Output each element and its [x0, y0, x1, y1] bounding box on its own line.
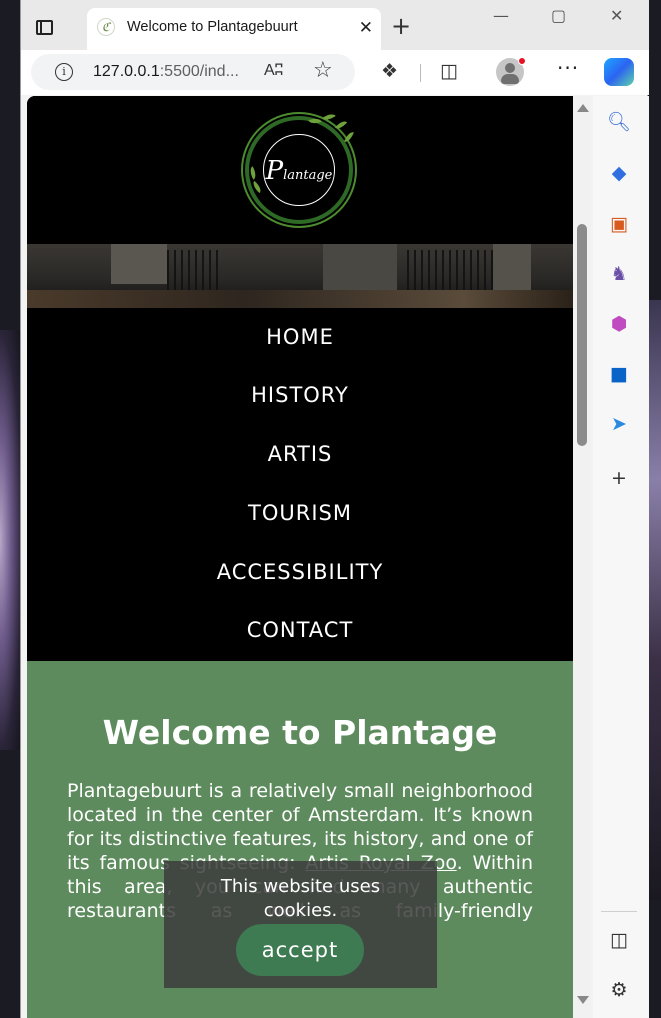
send-icon[interactable]: ➤ [607, 412, 631, 436]
avatar-head [505, 63, 515, 73]
scroll-thumb[interactable] [577, 224, 587, 446]
favorite-star-icon[interactable]: ☆ [313, 58, 333, 83]
leaf-icon [322, 111, 336, 123]
tag-icon[interactable]: ◆ [607, 161, 631, 185]
main-nav: HOME HISTORY ARTIS TOURISM ACCESSIBILITY… [27, 308, 573, 661]
outlook-icon[interactable]: ■ [607, 362, 631, 386]
tab-strip: ℭ Welcome to Plantagebuurt ✕ + — ▢ ✕ [21, 0, 649, 50]
read-aloud-icon[interactable]: Aʭ [264, 62, 283, 80]
accept-cookies-button[interactable]: accept [236, 924, 364, 976]
more-menu-button[interactable]: ··· [557, 56, 579, 80]
nav-home[interactable]: HOME [27, 325, 573, 349]
nav-history[interactable]: HISTORY [27, 383, 573, 407]
site-info-icon[interactable]: i [55, 63, 73, 81]
scroll-down-arrow-icon[interactable] [577, 996, 589, 1004]
tab-active[interactable]: ℭ Welcome to Plantagebuurt ✕ [87, 8, 381, 50]
copilot-icon[interactable] [604, 58, 634, 86]
toolbar-separator [420, 64, 421, 82]
tab-actions-button[interactable] [31, 14, 57, 40]
leaf-icon [334, 118, 348, 132]
avatar-body [501, 74, 519, 84]
edge-sidebar: 🔍︎ ◆ ▣ ♞ ⬢ ■ ➤ + ◫ ⚙ [593, 96, 649, 1018]
chess-icon[interactable]: ♞ [607, 262, 631, 286]
header-photo [27, 244, 573, 308]
cookie-banner: This website uses cookies. accept [164, 861, 437, 988]
sidebar-divider [601, 911, 637, 912]
logo-wordmark: Plantage [239, 156, 359, 186]
leaf-icon [344, 130, 354, 144]
maximize-button[interactable]: ▢ [551, 6, 566, 25]
tab-title: Welcome to Plantagebuurt [127, 19, 298, 35]
nav-contact[interactable]: CONTACT [27, 618, 573, 642]
panel-icon[interactable]: ◫ [607, 928, 631, 952]
welcome-title: Welcome to Plantage [102, 713, 498, 752]
nav-accessibility[interactable]: ACCESSIBILITY [27, 560, 573, 584]
page-viewport: Plantage HOME HISTORY ARTIS TOURISM ACCE… [27, 96, 573, 1018]
browser-window: ℭ Welcome to Plantagebuurt ✕ + — ▢ ✕ i 1… [20, 0, 649, 1018]
nav-tourism[interactable]: TOURISM [27, 501, 573, 525]
logo-initial: P [265, 156, 284, 186]
tab-actions-icon-bar [36, 20, 42, 35]
browser-toolbar: i 127.0.0.1:5500/ind... Aʭ ☆ ❖ ◫ ··· [21, 50, 649, 95]
minimize-button[interactable]: — [493, 6, 509, 25]
add-icon[interactable]: + [607, 466, 631, 490]
site-favicon-icon: ℭ [97, 18, 115, 36]
notification-dot [518, 57, 526, 65]
url-path: :5500/ind... [159, 63, 239, 80]
cookie-message: This website uses cookies. [220, 876, 381, 921]
site-header: Plantage [27, 96, 573, 244]
new-tab-button[interactable]: + [391, 12, 411, 40]
search-icon[interactable]: 🔍︎ [607, 110, 631, 134]
url-text: 127.0.0.1:5500/ind... [93, 63, 239, 81]
url-host: 127.0.0.1 [93, 63, 160, 80]
settings-icon[interactable]: ⚙ [607, 978, 631, 1002]
page-scrollbar[interactable] [573, 96, 591, 1018]
logo-rest: lantage [283, 168, 333, 183]
extensions-icon[interactable]: ❖ [381, 60, 398, 82]
nav-artis[interactable]: ARTIS [27, 442, 573, 466]
tab-close-button[interactable]: ✕ [359, 18, 373, 38]
desktop-background [0, 330, 22, 750]
address-bar[interactable]: i 127.0.0.1:5500/ind... Aʭ ☆ [31, 54, 355, 90]
office-icon[interactable]: ⬢ [607, 312, 631, 336]
ground [27, 290, 573, 308]
close-window-button[interactable]: ✕ [610, 6, 623, 25]
profile-avatar[interactable] [496, 57, 526, 86]
split-screen-icon[interactable]: ◫ [440, 60, 458, 82]
gate-pillar [111, 244, 167, 284]
scroll-up-arrow-icon[interactable] [577, 104, 589, 112]
site-logo[interactable]: Plantage [239, 110, 359, 228]
toolbox-icon[interactable]: ▣ [607, 212, 631, 236]
